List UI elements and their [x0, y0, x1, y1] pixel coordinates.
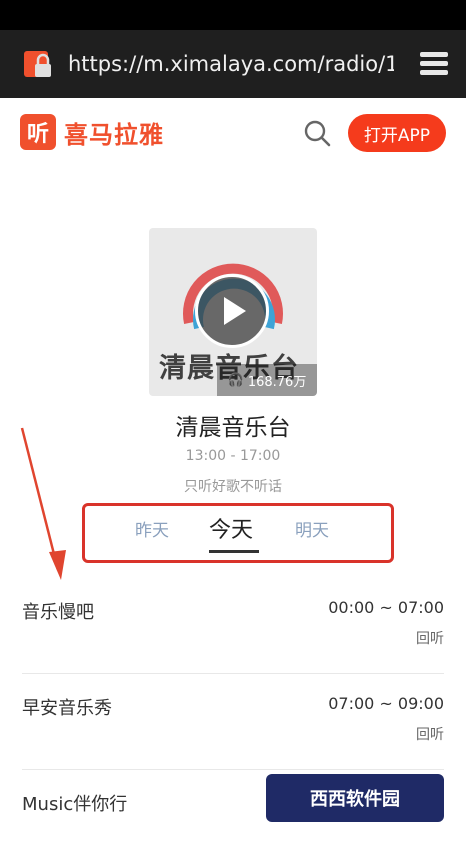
tabs-icon[interactable]	[418, 50, 450, 78]
station-cover[interactable]: 清晨音乐台 🎧 168.76万	[149, 228, 317, 396]
annotation-arrow	[20, 427, 66, 580]
watermark-logo: 西西软件园	[266, 774, 444, 822]
program-name: 早安音乐秀	[22, 698, 112, 719]
tab-today[interactable]: 今天	[209, 512, 253, 544]
search-icon[interactable]	[302, 118, 332, 148]
play-count-badge: 🎧 168.76万	[217, 364, 317, 396]
program-time: 00:00 ~ 07:00	[328, 598, 444, 617]
program-item[interactable]: 音乐慢吧 00:00 ~ 07:00 回听	[0, 578, 466, 674]
program-item[interactable]: 早安音乐秀 07:00 ~ 09:00 回听	[0, 674, 466, 770]
watermark-text: 西西软件园	[310, 789, 400, 810]
play-button[interactable]	[195, 274, 269, 348]
program-time: 07:00 ~ 09:00	[328, 694, 444, 713]
replay-link[interactable]: 回听	[416, 724, 444, 744]
tab-yesterday[interactable]: 昨天	[135, 516, 169, 541]
url-text[interactable]: https://m.ximalaya.com/radio/1	[68, 52, 394, 76]
play-count: 168.76万	[247, 374, 307, 390]
program-name: Music伴你行	[22, 794, 128, 815]
headphones-icon: 🎧	[227, 372, 244, 388]
day-tabs: 昨天 今天 明天	[82, 503, 394, 563]
tab-tomorrow[interactable]: 明天	[295, 516, 329, 541]
replay-link[interactable]: 回听	[416, 628, 444, 648]
program-name: 音乐慢吧	[22, 602, 94, 623]
active-tab-indicator	[209, 550, 259, 553]
open-app-button[interactable]: 打开APP	[348, 114, 446, 152]
